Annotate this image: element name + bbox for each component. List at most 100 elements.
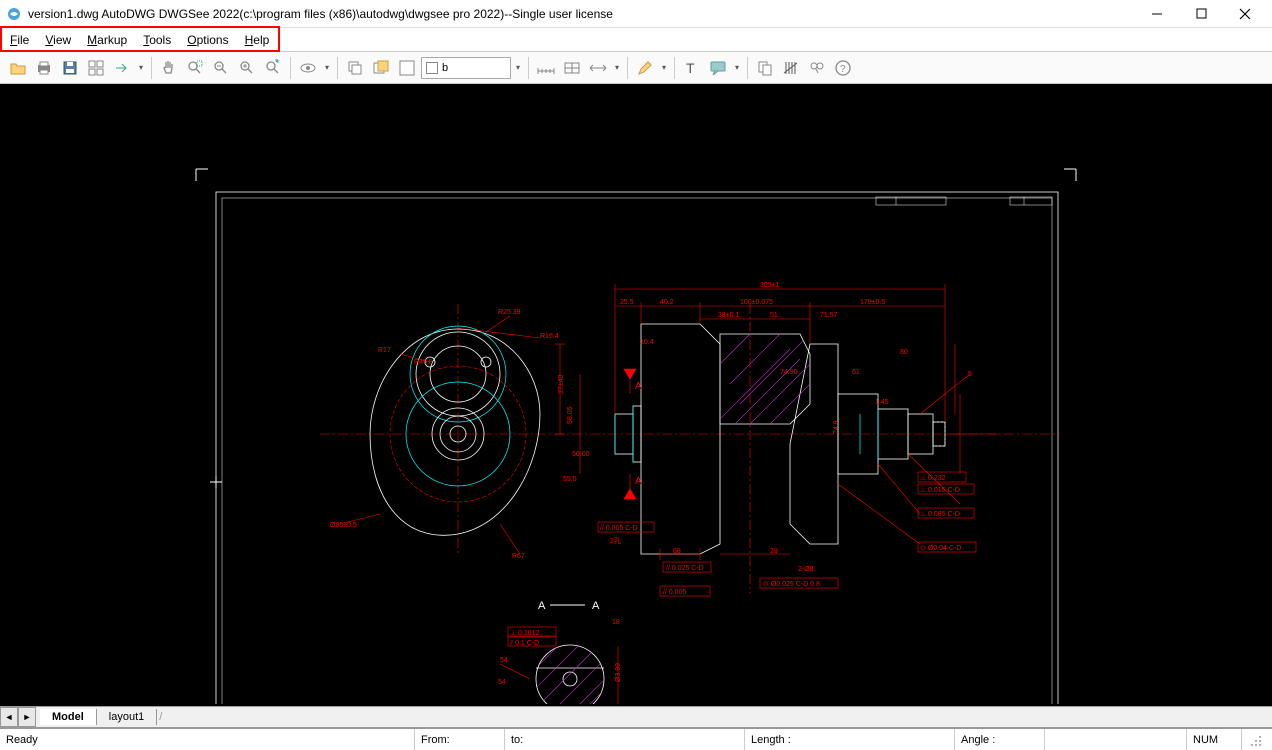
comment-button[interactable] (706, 56, 730, 80)
status-from: From: (415, 729, 505, 750)
layer-dropdown[interactable]: ▾ (513, 63, 523, 72)
dim-1795: 179±0.5 (860, 299, 885, 306)
status-num: NUM (1187, 729, 1242, 750)
tol-1: // 0.025 C-D (666, 565, 704, 572)
tab-layout1-label: layout1 (109, 711, 144, 723)
dim-255: 25.5 (620, 299, 634, 306)
dim-61: 61 (852, 369, 860, 376)
layer-select[interactable]: b (421, 57, 511, 79)
svg-text:T: T (686, 60, 695, 76)
dim-r164: R16.4 (540, 333, 559, 340)
count-button[interactable] (779, 56, 803, 80)
color-swatch-button[interactable] (395, 56, 419, 80)
tol-4: ⊥ 0.232 (920, 475, 946, 482)
dim-5: 5 (968, 371, 972, 378)
markup-pen-button[interactable] (633, 56, 657, 80)
pan-button[interactable] (157, 56, 181, 80)
status-ready: Ready (0, 729, 415, 750)
text-button[interactable]: T (680, 56, 704, 80)
tol-8: ⊙ Ø0.025 C-D 0.8 (763, 581, 820, 588)
copy-button[interactable] (753, 56, 777, 80)
find-button[interactable] (805, 56, 829, 80)
close-button[interactable] (1230, 4, 1260, 24)
title-bar: version1.dwg AutoDWG DWGSee 2022(c:\prog… (0, 0, 1272, 28)
toolbar: ▾ ▾ b ▾ ▾ ▾ T ▾ ? (0, 52, 1272, 84)
status-length: Length : (745, 729, 955, 750)
status-angle: Angle : (955, 729, 1045, 750)
dim-29: 29 (770, 548, 778, 555)
markup-dropdown[interactable]: ▾ (659, 63, 669, 72)
measure-area-button[interactable] (560, 56, 584, 80)
drawing-svg: R16.4 R17 R25.39 R49.8 Ø85±0.5 R67 37±40… (0, 84, 1272, 704)
status-resize-grip[interactable] (1242, 729, 1272, 750)
menu-bar: File View Markup Tools Options Help (0, 28, 1272, 52)
tol-7: ⊙ Ø0.04 C-D (920, 545, 961, 552)
tab-nav-prev[interactable]: ◄ (0, 707, 18, 727)
layer-state-button[interactable] (369, 56, 393, 80)
view-dropdown[interactable]: ▾ (322, 63, 332, 72)
comment-dropdown[interactable]: ▾ (732, 63, 742, 72)
menu-markup[interactable]: Markup (79, 31, 135, 49)
dim-402: 40.2 (660, 299, 674, 306)
drawing-canvas[interactable]: R16.4 R17 R25.39 R49.8 Ø85±0.5 R67 37±40… (0, 84, 1272, 706)
dim-2x2: 2-Ø8 (798, 566, 814, 573)
tab-nav-next[interactable]: ► (18, 707, 36, 727)
zoom-window-button[interactable] (183, 56, 207, 80)
dim-80: 80 (900, 349, 908, 356)
dim-1004: 100±0.075 (740, 299, 773, 306)
forward-dropdown[interactable]: ▾ (136, 63, 146, 72)
dim-r17: R17 (378, 347, 391, 354)
help-button[interactable]: ? (831, 56, 855, 80)
save-all-button[interactable] (84, 56, 108, 80)
minimize-button[interactable] (1142, 4, 1172, 24)
app-icon (6, 6, 22, 22)
menu-options[interactable]: Options (179, 31, 236, 49)
dim-2x: 2孔 (610, 537, 621, 545)
dim-555: 55.5 (563, 476, 577, 483)
dim-r67: R67 (512, 553, 525, 560)
status-bar: Ready From: to: Length : Angle : NUM (0, 728, 1272, 750)
tol-9: // 0.005 (663, 589, 686, 596)
dim-749: 74.9 (833, 420, 840, 434)
tab-model-label: Model (52, 711, 84, 723)
tol-3: // 0.005 C-D (600, 525, 638, 532)
menu-file[interactable]: File (2, 31, 37, 49)
measure-linear-button[interactable] (534, 56, 558, 80)
dim-7157: 71.57 (820, 312, 838, 319)
measure-dropdown[interactable]: ▾ (612, 63, 622, 72)
save-button[interactable] (58, 56, 82, 80)
zoom-in-button[interactable] (235, 56, 259, 80)
dim-3740: 37±40 (558, 374, 565, 394)
status-spacer (1045, 729, 1187, 750)
dim-7490: 74.90 (780, 369, 798, 376)
dim-54a: 54 (498, 679, 506, 686)
section-A-bot: A (635, 476, 642, 487)
tol-10: ⊥ 0.1012 (510, 630, 540, 637)
menu-view[interactable]: View (37, 31, 79, 49)
dim-08505: Ø85±0.5 (330, 522, 357, 529)
layer-select-label: b (442, 62, 448, 74)
layers-button[interactable] (343, 56, 367, 80)
dim-5000: 50.00 (572, 451, 590, 458)
svg-text:?: ? (840, 64, 846, 75)
open-button[interactable] (6, 56, 30, 80)
dim-039: Ø3.99 (615, 663, 622, 682)
forward-button[interactable] (110, 56, 134, 80)
dim-54: 54 (500, 657, 508, 664)
dim-68: 68 (673, 548, 681, 555)
dim-3054: 305±1 (760, 282, 780, 289)
menu-help[interactable]: Help (237, 31, 278, 49)
tol-5: ⊥ 0.015 C-D (920, 487, 960, 494)
dim-r498: R49.8 (414, 359, 433, 366)
menu-tools[interactable]: Tools (135, 31, 179, 49)
status-to: to: (505, 729, 745, 750)
tab-model[interactable]: Model (40, 709, 97, 725)
maximize-button[interactable] (1186, 4, 1216, 24)
tab-layout1[interactable]: layout1 (97, 709, 157, 725)
zoom-extents-button[interactable] (261, 56, 285, 80)
measure-distance-button[interactable] (586, 56, 610, 80)
view-button[interactable] (296, 56, 320, 80)
print-button[interactable] (32, 56, 56, 80)
zoom-out-button[interactable] (209, 56, 233, 80)
tol-11: ⫽ 0.1 C-D (509, 639, 539, 647)
